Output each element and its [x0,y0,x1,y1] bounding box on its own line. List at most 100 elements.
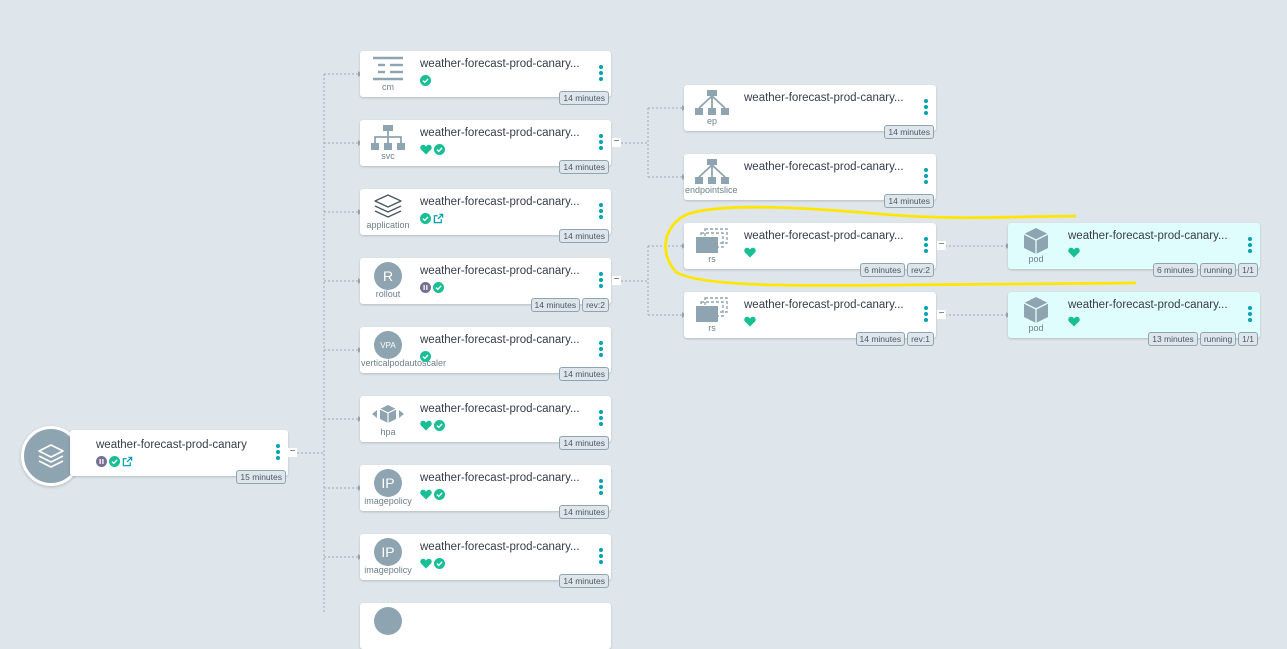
node-menu-button[interactable] [924,168,928,184]
node-menu-button[interactable] [599,479,603,495]
healthy-heart-icon [420,558,432,568]
vpa-icon: VPA [370,331,406,359]
resource-name: weather-forecast-prod-canary... [420,265,580,277]
pod-phase-tag: running [1199,332,1237,346]
resource-node-imagepolicy[interactable]: IP imagepolicy weather-forecast-prod-can… [360,465,611,519]
resource-name: weather-forecast-prod-canary... [420,127,580,139]
revision-tag: rev:2 [582,298,609,312]
resource-name: weather-forecast-prod-canary... [420,403,580,415]
pod-icon [1018,228,1054,254]
resource-node-cm[interactable]: cm weather-forecast-prod-canary... 14 mi… [360,51,611,105]
resource-kind-label: pod [1028,323,1044,333]
collapse-toggle[interactable]: − [612,137,621,147]
pod-icon [1018,297,1054,323]
synced-icon [420,74,431,86]
healthy-heart-icon [420,489,432,499]
resource-node-verticalpodautoscaler[interactable]: VPA verticalpodautoscaler weather-foreca… [360,327,611,381]
healthy-heart-icon [1068,316,1080,326]
resource-name: weather-forecast-prod-canary... [420,58,580,70]
healthy-heart-icon [1068,247,1080,257]
resource-node-svc[interactable]: svc weather-forecast-prod-canary... 14 m… [360,120,611,174]
synced-icon [434,419,445,431]
root-application-title: weather-forecast-prod-canary [96,439,247,451]
age-tag: 14 minutes [559,505,609,519]
ready-count-tag: 1/1 [1238,263,1258,277]
resource-name: weather-forecast-prod-canary... [420,541,580,553]
resource-node-hpa[interactable]: hpa weather-forecast-prod-canary... 14 m… [360,396,611,450]
resource-node-pod[interactable]: pod weather-forecast-prod-canary... 6 mi… [1008,223,1260,277]
synced-icon [434,143,445,155]
imagepolicy-icon: IP [370,538,406,566]
resource-name: weather-forecast-prod-canary... [420,472,580,484]
age-tag: 14 minutes [559,160,609,174]
synced-icon [434,557,445,569]
age-tag: 14 minutes [559,367,609,381]
node-menu-button[interactable] [599,341,603,357]
node-menu-button[interactable] [599,203,603,219]
root-application-node[interactable]: weather-forecast-prod-canary 15 minutes [70,430,288,484]
node-menu-button[interactable] [599,65,603,81]
resource-name: weather-forecast-prod-canary... [744,230,904,242]
synced-icon [420,350,431,362]
root-menu-button[interactable] [276,444,280,460]
age-tag: 14 minutes [559,229,609,243]
resource-kind-label: rs [708,254,716,264]
resource-kind-label: rs [708,323,716,333]
node-menu-button[interactable] [924,99,928,115]
resource-node-pod[interactable]: pod weather-forecast-prod-canary... 13 m… [1008,292,1260,346]
resource-kind-label: cm [382,82,394,92]
age-tag: 13 minutes [1148,332,1198,346]
synced-icon [109,455,120,467]
resource-kind-label: application [366,220,410,230]
age-tag: 14 minutes [884,125,934,139]
paused-icon [96,455,107,467]
node-menu-button[interactable] [1248,237,1252,253]
external-link-icon[interactable] [122,456,133,467]
resource-kind-label: verticalpodautoscaler [361,358,447,368]
resource-kind-label: imagepolicy [364,496,412,506]
external-link-icon[interactable] [433,213,444,224]
resource-node-rs[interactable]: rs weather-forecast-prod-canary... 14 mi… [684,292,936,346]
age-tag: 14 minutes [530,298,581,312]
node-menu-button[interactable] [924,306,928,322]
resource-node-endpointslice[interactable]: endpointslice weather-forecast-prod-cana… [684,154,936,208]
configmap-icon [370,56,406,81]
resource-node-imagepolicy[interactable]: IP imagepolicy weather-forecast-prod-can… [360,534,611,588]
age-tag: 14 minutes [559,436,609,450]
resource-node-application[interactable]: application weather-forecast-prod-canary… [360,189,611,243]
node-menu-button[interactable] [599,548,603,564]
replicaset-icon [694,228,730,253]
age-tag: 14 minutes [559,91,609,105]
node-menu-button[interactable] [1248,306,1252,322]
age-tag: 14 minutes [884,194,934,208]
healthy-heart-icon [744,247,756,257]
paused-icon [420,281,431,293]
node-menu-button[interactable] [924,237,928,253]
collapse-toggle[interactable]: − [937,309,946,319]
resource-kind-label: imagepolicy [364,565,412,575]
revision-tag: rev:2 [907,263,934,277]
revision-tag: rev:1 [907,332,934,346]
node-menu-button[interactable] [599,272,603,288]
resource-kind-label: rollout [375,289,401,299]
resource-name: weather-forecast-prod-canary... [744,299,904,311]
healthy-heart-icon [420,420,432,430]
healthy-heart-icon [420,144,432,154]
resource-node-rs[interactable]: rs weather-forecast-prod-canary... 6 min… [684,223,936,277]
ready-count-tag: 1/1 [1238,332,1258,346]
endpointslice-icon [694,159,730,184]
age-tag: 6 minutes [860,263,906,277]
resource-node-partial[interactable] [360,603,611,649]
resource-kind-label: ep [706,116,717,126]
resource-name: weather-forecast-prod-canary... [744,161,904,173]
resource-node-rollout[interactable]: R rollout weather-forecast-prod-canary..… [360,258,611,312]
collapse-toggle[interactable]: − [612,275,621,285]
resource-node-ep[interactable]: ep weather-forecast-prod-canary... 14 mi… [684,85,936,139]
node-menu-button[interactable] [599,134,603,150]
node-menu-button[interactable] [599,410,603,426]
resource-kind-label: hpa [380,427,396,437]
pod-phase-tag: running [1199,263,1237,277]
endpoints-icon [694,90,730,115]
collapse-toggle[interactable]: − [288,447,297,457]
collapse-toggle[interactable]: − [937,240,946,250]
